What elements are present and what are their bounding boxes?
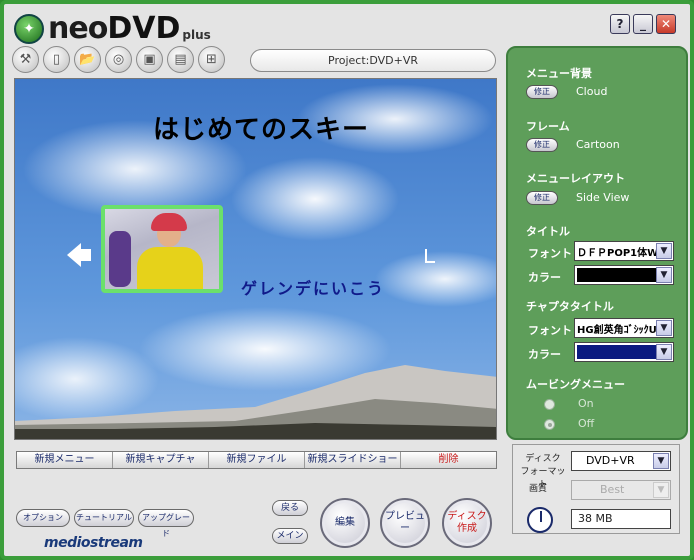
menu-bg-label: メニュー背景 (526, 67, 592, 80)
create-disc-label-1: ディスク (447, 511, 487, 522)
chapter-title-text[interactable]: ゲレンデにいこう (241, 275, 385, 299)
project-name-field: Project:DVD+VR (250, 49, 496, 72)
title-color-select[interactable]: ▼ (574, 265, 674, 285)
mountain-background (15, 365, 496, 439)
logo-neo: neo (48, 11, 108, 46)
create-disc-label-2: 作成 (457, 523, 477, 534)
chapter-color-select[interactable]: ▼ (574, 342, 674, 362)
title-section-label: タイトル (526, 225, 570, 238)
new-slideshow-button[interactable]: 新規スライドショー (305, 452, 401, 468)
moving-menu-off-label: Off (578, 417, 595, 430)
app-logo: ✦ neo DVD plus (14, 10, 211, 44)
quality-label: 画質 (529, 484, 548, 494)
title-color-swatch (577, 268, 657, 282)
wizard-icon[interactable]: ⚒ (12, 46, 39, 73)
disc-settings-panel: ディスク フォーマット DVD+VR ▼ 画質 Best ▼ 38 MB (512, 444, 680, 534)
menu-preview[interactable]: はじめてのスキー ゲレンデにいこう (14, 78, 497, 440)
tutorial-button[interactable]: チュートリアル (74, 509, 134, 527)
chapter-color-swatch (577, 345, 657, 359)
thumbnail-person-hat (151, 213, 187, 231)
moving-menu-on-radio[interactable] (544, 399, 555, 410)
disc-format-select[interactable]: DVD+VR ▼ (571, 451, 671, 471)
meter-needle (540, 511, 542, 522)
edit-button[interactable]: 編集 (320, 498, 370, 548)
frame-fix-button[interactable]: 修正 (526, 138, 558, 152)
title-font-value: ＤＦＰPOP1体W (577, 248, 659, 259)
disc-usage-meter-icon (527, 507, 553, 533)
moving-menu-label: ムービングメニュー (526, 378, 625, 391)
chevron-down-icon[interactable]: ▼ (653, 453, 669, 469)
chapter-thumbnail[interactable] (101, 205, 223, 293)
quality-select[interactable]: Best ▼ (571, 480, 671, 500)
minimize-button[interactable]: _ (633, 14, 653, 34)
layout-value: Side View (576, 191, 630, 204)
menu-title-text[interactable]: はじめてのスキー (153, 109, 369, 146)
disc-format-label-1: ディスク (525, 454, 561, 464)
chevron-down-icon: ▼ (653, 482, 669, 498)
chapter-font-label: フォント (528, 324, 572, 337)
create-disc-button[interactable]: ディスク 作成 (442, 498, 492, 548)
quality-value: Best (600, 483, 625, 496)
preview-button[interactable]: プレビュー (380, 498, 430, 548)
back-button[interactable]: 戻る (272, 500, 308, 516)
window-controls: ? _ ✕ (610, 14, 676, 34)
layout-label: メニューレイアウト (526, 172, 625, 185)
chapter-font-value: HG創英角ｺﾞｼｯｸUB (577, 325, 665, 336)
option-button[interactable]: オプション (16, 509, 70, 527)
main-button[interactable]: メイン (272, 528, 308, 544)
menu-bg-fix-button[interactable]: 修正 (526, 85, 558, 99)
brand-logo: mediostream (44, 535, 143, 551)
help-button[interactable]: ? (610, 14, 630, 34)
new-file-button[interactable]: 新規ファイル (209, 452, 305, 468)
title-color-label: カラー (528, 271, 561, 284)
thumbnail-person-body (137, 247, 203, 289)
moving-menu-on-label: On (578, 397, 594, 410)
chevron-down-icon[interactable]: ▼ (656, 243, 672, 259)
logo-dvd: DVD (107, 11, 181, 46)
chapter-font-select[interactable]: HG創英角ｺﾞｼｯｸUB ▼ (574, 318, 674, 338)
app-window: ✦ neo DVD plus ? _ ✕ ⚒ ▯ 📂 ◎ ▣ ▤ ⊞ Proje… (0, 0, 694, 560)
toolbar: ⚒ ▯ 📂 ◎ ▣ ▤ ⊞ (12, 46, 225, 73)
corner-mark-icon (425, 249, 435, 263)
new-menu-button[interactable]: 新規メニュー (17, 452, 113, 468)
frame-value: Cartoon (576, 138, 620, 151)
upgrade-button[interactable]: アップグレード (138, 509, 194, 538)
menu-bg-value: Cloud (576, 85, 608, 98)
arrow-left-tail (79, 249, 91, 261)
thumbnail-bg-figure (109, 231, 131, 287)
frame-label: フレーム (526, 120, 570, 133)
settings-panel: メニュー背景 修正 Cloud フレーム 修正 Cartoon メニューレイアウ… (506, 46, 688, 440)
save-as-icon[interactable]: ▤ (167, 46, 194, 73)
moving-menu-off-radio[interactable] (544, 419, 555, 430)
close-button[interactable]: ✕ (656, 14, 676, 34)
disc-icon[interactable]: ◎ (105, 46, 132, 73)
chevron-down-icon[interactable]: ▼ (656, 267, 672, 283)
layout-fix-button[interactable]: 修正 (526, 191, 558, 205)
action-bar: 新規メニュー 新規キャプチャ 新規ファイル 新規スライドショー 削除 (16, 451, 497, 469)
open-folder-icon[interactable]: 📂 (74, 46, 101, 73)
logo-mark-icon: ✦ (14, 14, 44, 44)
new-document-icon[interactable]: ▯ (43, 46, 70, 73)
network-icon[interactable]: ⊞ (198, 46, 225, 73)
chevron-down-icon[interactable]: ▼ (656, 344, 672, 360)
chapter-title-section-label: チャプタタイトル (526, 300, 614, 313)
title-font-label: フォント (528, 247, 572, 260)
delete-button[interactable]: 削除 (401, 452, 496, 468)
chevron-down-icon[interactable]: ▼ (656, 320, 672, 336)
disc-format-value: DVD+VR (586, 454, 635, 467)
title-font-select[interactable]: ＤＦＰPOP1体W ▼ (574, 241, 674, 261)
save-icon[interactable]: ▣ (136, 46, 163, 73)
logo-plus: plus (182, 28, 211, 42)
disc-size-field: 38 MB (571, 509, 671, 529)
chapter-color-label: カラー (528, 348, 561, 361)
new-capture-button[interactable]: 新規キャプチャ (113, 452, 209, 468)
